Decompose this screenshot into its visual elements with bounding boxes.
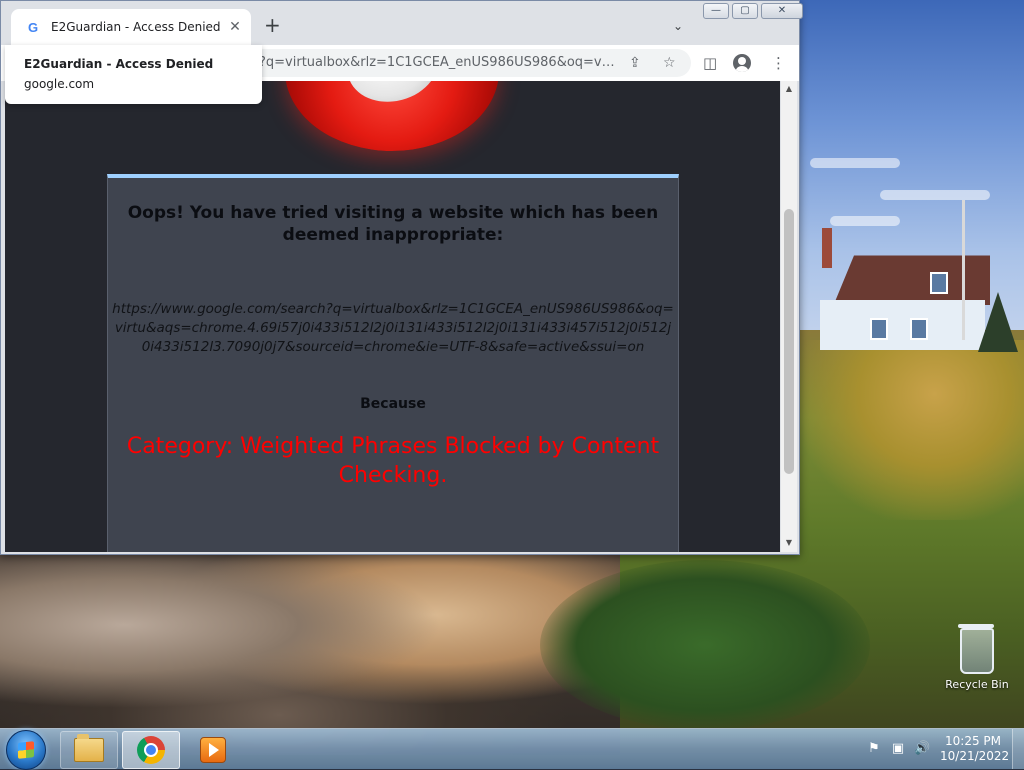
maximize-button[interactable]: ▢	[732, 3, 758, 19]
window-caption-buttons: — ▢ ✕	[703, 3, 803, 19]
wallpaper-rocks	[0, 555, 620, 755]
profile-icon[interactable]	[733, 54, 751, 72]
page-title: Oops! You have tried visiting a website …	[127, 203, 659, 245]
wallpaper-cloud	[810, 158, 900, 168]
scrollbar-thumb[interactable]	[784, 209, 794, 474]
because-label: Because	[360, 396, 426, 412]
close-window-button[interactable]: ✕	[761, 3, 803, 19]
blocked-url-text: https://www.google.com/search?q=virtualb…	[112, 301, 674, 355]
new-tab-button[interactable]: +	[264, 15, 281, 35]
media-player-icon	[200, 737, 226, 763]
wallpaper-house-window	[910, 318, 928, 340]
show-desktop-button[interactable]	[1012, 729, 1024, 769]
chrome-icon	[137, 736, 165, 764]
action-center-flag-icon[interactable]: ⚑	[866, 741, 882, 757]
system-clock[interactable]: 10:25 PM 10/21/2022	[940, 734, 1010, 764]
tab-title: E2Guardian - Access Denied	[51, 20, 221, 34]
tab-close-icon[interactable]: ✕	[225, 19, 245, 35]
tab-hover-tooltip: E2Guardian - Access Denied google.com	[5, 45, 262, 104]
tooltip-title: E2Guardian - Access Denied	[24, 57, 214, 71]
taskbar: ⚑ ▣ 🔊 10:25 PM 10/21/2022	[0, 728, 1024, 770]
access-denied-message-box: Oops! You have tried visiting a website …	[107, 174, 679, 552]
recycle-bin-label: Recycle Bin	[945, 678, 1009, 691]
scroll-up-arrow-icon[interactable]: ▲	[781, 84, 797, 93]
wallpaper-house	[820, 300, 985, 350]
start-button[interactable]	[6, 730, 46, 770]
wallpaper-grass-highlight	[800, 340, 1024, 520]
network-disconnected-icon[interactable]: ▣	[890, 741, 906, 757]
minimize-button[interactable]: —	[703, 3, 729, 19]
address-bar-url[interactable]: ?q=virtualbox&rlz=1C1GCEA_enUS986US986&o…	[259, 49, 615, 77]
clock-date: 10/21/2022	[940, 749, 1010, 763]
windows-logo-icon	[18, 741, 34, 759]
wallpaper-cloud	[830, 216, 900, 226]
taskbar-file-explorer-button[interactable]	[60, 731, 118, 769]
wallpaper-house-window	[930, 272, 948, 294]
page-viewport: Oops! You have tried visiting a website …	[5, 81, 780, 552]
browser-window: G E2Guardian - Access Denied ✕ + ⌄ — ▢ ✕…	[0, 0, 803, 555]
page-scrollbar[interactable]: ▲ ▼	[781, 81, 797, 552]
tab-access-denied[interactable]: G E2Guardian - Access Denied ✕	[11, 9, 251, 45]
star-icon[interactable]: ☆	[663, 55, 676, 71]
google-favicon-icon: G	[27, 19, 39, 35]
volume-icon[interactable]: 🔊	[914, 741, 930, 757]
wallpaper-chimney	[822, 228, 832, 268]
wallpaper-flagpole	[962, 200, 965, 340]
kebab-menu-icon[interactable]: ⋮	[771, 54, 786, 72]
scroll-down-arrow-icon[interactable]: ▼	[781, 538, 797, 547]
block-category-text: Category: Weighted Phrases Blocked by Co…	[126, 434, 660, 488]
recycle-bin-shortcut[interactable]: Recycle Bin	[940, 624, 1014, 691]
wallpaper-cloud	[880, 190, 990, 200]
taskbar-chrome-button[interactable]	[122, 731, 180, 769]
tooltip-host: google.com	[24, 77, 95, 91]
blocked-logo-icon	[285, 81, 499, 151]
tab-search-chevron-icon[interactable]: ⌄	[673, 19, 683, 33]
tab-strip: G E2Guardian - Access Denied ✕ + ⌄ — ▢ ✕	[1, 1, 803, 45]
taskbar-media-player-button[interactable]	[184, 731, 242, 769]
share-icon[interactable]: ⇪	[629, 55, 641, 71]
clock-time: 10:25 PM	[945, 734, 1001, 748]
wallpaper-bush	[540, 560, 870, 730]
recycle-bin-icon	[958, 624, 994, 674]
wallpaper-house-window	[870, 318, 888, 340]
side-panel-icon[interactable]: ◫	[703, 54, 717, 72]
folder-icon	[74, 734, 104, 762]
